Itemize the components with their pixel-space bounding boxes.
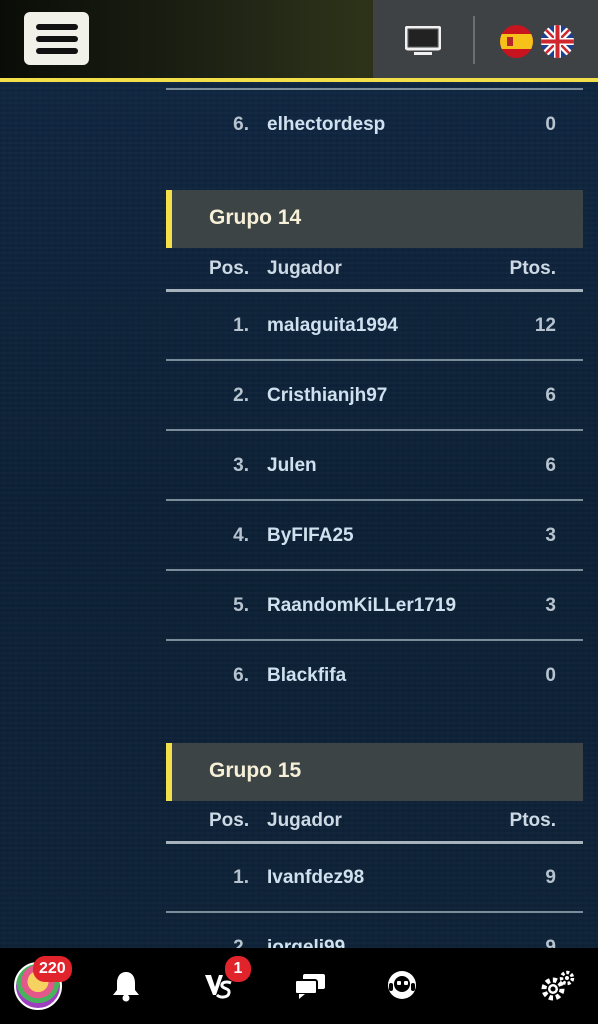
row-player[interactable]: ByFIFA25 <box>267 525 354 547</box>
row-player[interactable]: Blackfifa <box>267 665 346 687</box>
uk-flag-icon[interactable] <box>541 25 574 58</box>
table-row[interactable]: 6. elhectordesp 0 <box>166 90 583 160</box>
column-points: Ptos. <box>509 258 556 279</box>
group-header: Grupo 15 <box>166 743 583 801</box>
row-player[interactable]: elhectordesp <box>267 114 385 136</box>
row-player[interactable]: Cristhianjh97 <box>267 385 387 407</box>
column-position: Pos. <box>209 810 250 831</box>
monitor-icon[interactable] <box>405 26 441 56</box>
hamburger-menu-button[interactable] <box>24 12 89 65</box>
row-player[interactable]: Julen <box>267 455 317 477</box>
chat-button[interactable] <box>290 948 330 1024</box>
top-header <box>0 0 598 82</box>
hamburger-menu-icon <box>35 23 78 30</box>
row-points: 12 <box>534 315 556 336</box>
column-points: Ptos. <box>509 810 556 831</box>
row-points: 3 <box>545 595 556 616</box>
notifications-button[interactable] <box>106 948 146 1024</box>
row-position: 1. <box>233 315 249 336</box>
versus-badge: 1 <box>225 956 251 982</box>
row-player[interactable]: Ivanfdez98 <box>267 867 364 889</box>
row-points: 0 <box>545 114 556 135</box>
group-title: Grupo 15 <box>209 759 302 782</box>
row-points: 3 <box>545 525 556 546</box>
column-position: Pos. <box>209 258 250 279</box>
row-position: 6. <box>233 665 249 686</box>
gear-icon <box>541 970 575 1001</box>
profile-badge: 220 <box>33 956 72 982</box>
header-divider <box>473 16 475 64</box>
row-position: 3. <box>233 455 249 476</box>
table-row[interactable]: 2. Cristhianjh97 6 <box>166 361 583 431</box>
column-player: Jugador <box>267 810 342 831</box>
header-actions <box>373 0 598 78</box>
row-position: 5. <box>233 595 249 616</box>
table-row[interactable]: 6. Blackfifa 0 <box>166 641 583 711</box>
row-player[interactable]: malaguita1994 <box>267 315 398 337</box>
row-position: 1. <box>233 867 249 888</box>
table-row[interactable]: 5. RaandomKiLLer1719 3 <box>166 571 583 641</box>
row-points: 9 <box>545 867 556 888</box>
table-row[interactable]: 3. Julen 6 <box>166 431 583 501</box>
support-icon <box>388 971 416 999</box>
column-player: Jugador <box>267 258 342 279</box>
chat-icon <box>294 974 325 999</box>
table-row[interactable]: 4. ByFIFA25 3 <box>166 501 583 571</box>
bottom-navigation: 220 1 <box>0 948 598 1024</box>
spain-flag-icon[interactable] <box>500 25 533 58</box>
settings-button[interactable] <box>536 948 580 1024</box>
row-points: 6 <box>545 385 556 406</box>
row-position: 4. <box>233 525 249 546</box>
table-row[interactable]: 1. malaguita1994 12 <box>166 291 583 361</box>
table-header: Pos. Jugador Ptos. <box>166 248 583 292</box>
table-header: Pos. Jugador Ptos. <box>166 800 583 844</box>
bell-icon <box>113 972 139 1002</box>
table-row[interactable]: 1. Ivanfdez98 9 <box>166 843 583 913</box>
row-position: 2. <box>233 385 249 406</box>
support-button[interactable] <box>380 948 424 1024</box>
row-points: 0 <box>545 665 556 686</box>
group-header: Grupo 14 <box>166 190 583 248</box>
group-title: Grupo 14 <box>209 206 302 229</box>
row-position: 6. <box>233 114 249 135</box>
row-player[interactable]: RaandomKiLLer1719 <box>267 595 456 617</box>
row-points: 6 <box>545 455 556 476</box>
